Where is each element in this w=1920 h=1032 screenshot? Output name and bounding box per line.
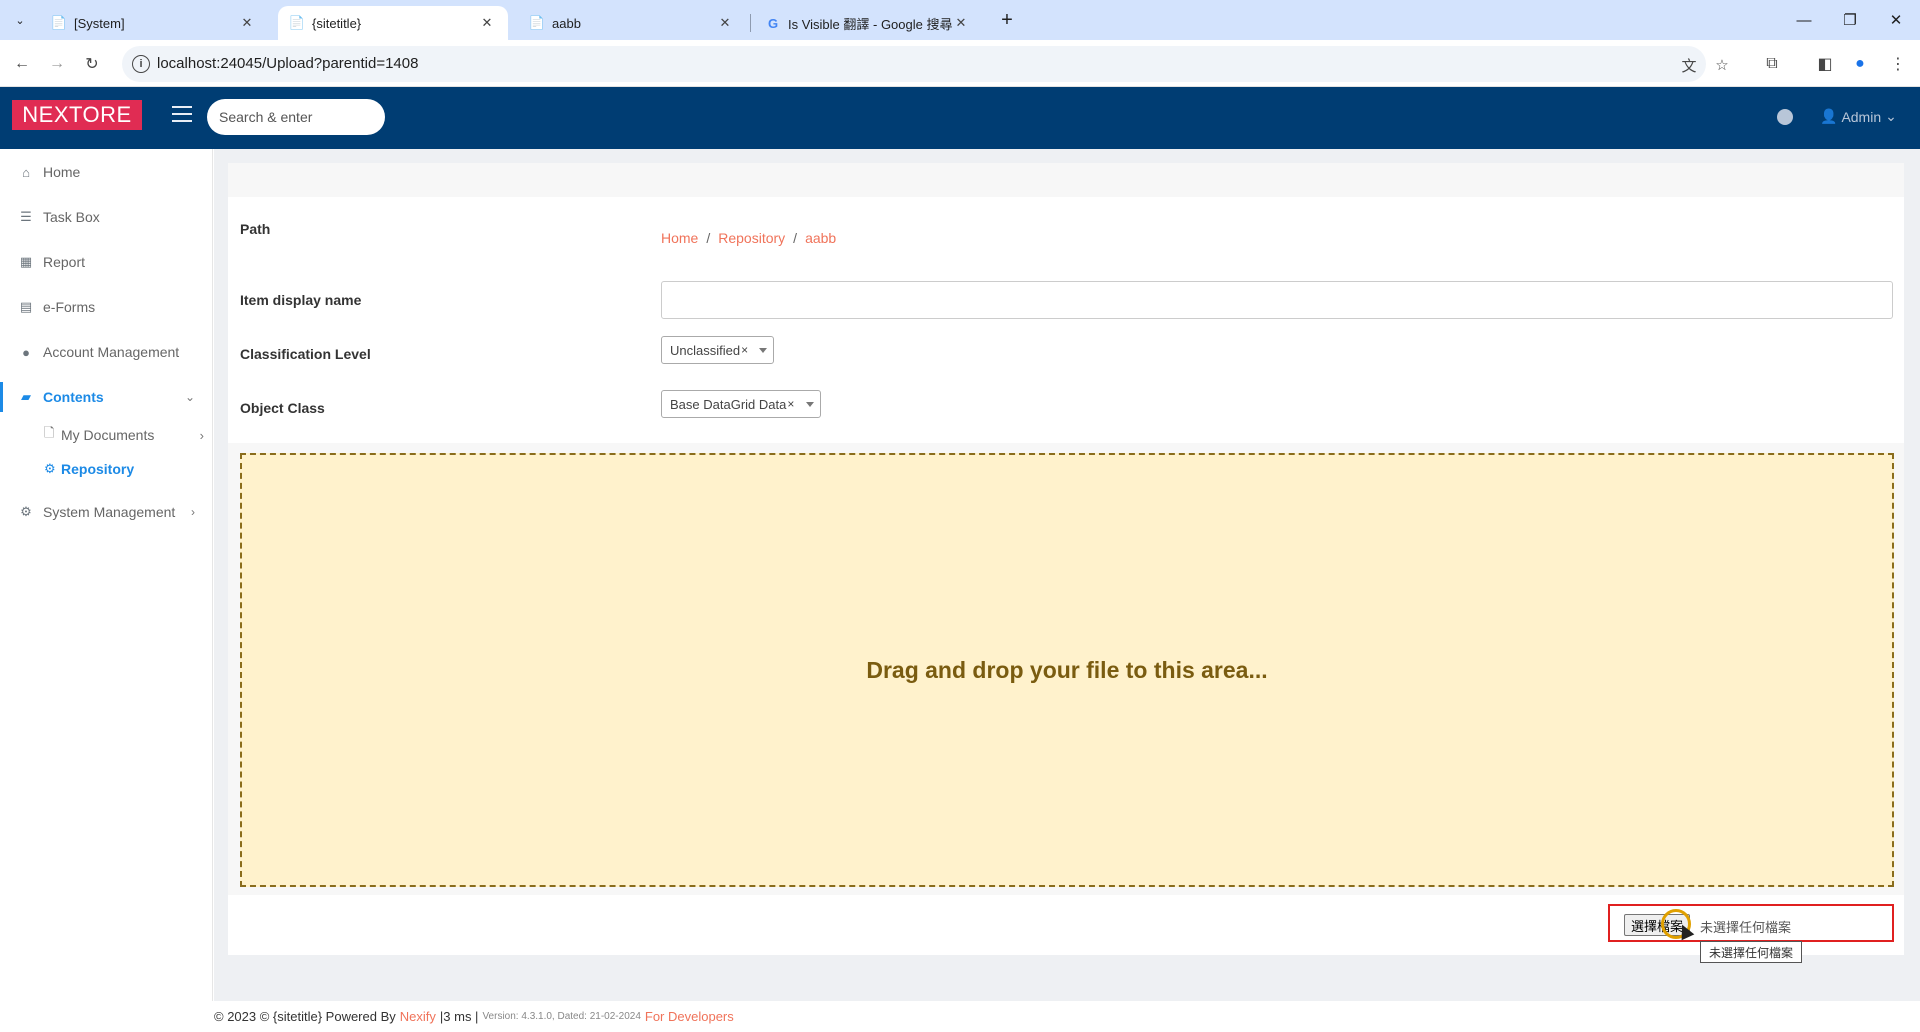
sidebar-item-contents[interactable]: ▰ Contents ⌄ xyxy=(0,382,213,412)
file-dropzone[interactable]: Drag and drop your file to this area... xyxy=(240,453,1894,887)
cogs-icon: ⚙ xyxy=(20,504,32,519)
for-developers-link[interactable]: For Developers xyxy=(645,1009,734,1024)
item-display-name-label: Item display name xyxy=(240,292,362,308)
breadcrumb-repository-link[interactable]: Repository xyxy=(718,230,785,246)
footer-timing: |3 ms | xyxy=(439,1009,479,1024)
classification-level-select[interactable]: Unclassified × xyxy=(661,336,774,364)
object-class-select[interactable]: Base DataGrid Data × xyxy=(661,390,821,418)
footer: © 2023 © {sitetitle} Powered By Nexify |… xyxy=(214,1001,1920,1032)
folder-icon: ▰ xyxy=(21,389,31,404)
home-icon: ⌂ xyxy=(22,164,30,180)
chevron-down-icon: ⌄ xyxy=(1885,108,1897,124)
chevron-right-icon: › xyxy=(199,427,204,443)
browser-tab-google[interactable]: G Is Visible 翻譯 - Google 搜尋 ✕ xyxy=(754,6,982,40)
hamburger-menu-icon[interactable] xyxy=(172,106,192,124)
new-tab-icon[interactable]: + xyxy=(995,8,1019,32)
chevron-down-icon: ⌄ xyxy=(184,390,195,404)
file-icon: 🗋 xyxy=(44,425,55,440)
item-display-name-input[interactable] xyxy=(661,281,1893,319)
sidebar-item-e-forms[interactable]: ▤ e-Forms xyxy=(0,292,213,322)
minimize-icon[interactable]: — xyxy=(1781,0,1827,40)
table-icon: ▦ xyxy=(19,254,33,269)
reload-icon[interactable]: ↻ xyxy=(78,50,106,78)
user-name: Admin xyxy=(1841,108,1882,125)
footer-brand-link[interactable]: Nexify xyxy=(400,1009,436,1024)
site-info-icon[interactable]: i xyxy=(132,55,150,73)
path-label: Path xyxy=(240,221,271,237)
close-tab-icon[interactable]: ✕ xyxy=(238,15,256,31)
breadcrumb-home-link[interactable]: Home xyxy=(661,230,698,246)
browser-tab-sitetitle[interactable]: 📄 {sitetitle} ✕ xyxy=(278,6,508,40)
browser-tab-system[interactable]: 📄 [System] ✕ xyxy=(40,6,268,40)
forward-icon[interactable]: → xyxy=(43,50,71,78)
translate-icon[interactable]: ⽂ xyxy=(1678,54,1700,76)
sidebar-item-my-documents[interactable]: 🗋 My Documents › xyxy=(44,423,204,447)
file-input-highlight: 選擇檔案 未選擇任何檔案 xyxy=(1608,904,1894,942)
sidebar: ⌂ Home ☰ Task Box ▦ Report ▤ e-Forms ● A… xyxy=(0,149,213,1001)
clear-selection-icon[interactable]: × xyxy=(787,397,794,411)
file-input-tooltip: 未選擇任何檔案 xyxy=(1700,941,1803,963)
globe-icon[interactable] xyxy=(1777,109,1793,125)
sidebar-item-system-management[interactable]: ⚙ System Management › xyxy=(0,497,213,527)
close-window-icon[interactable]: ✕ xyxy=(1873,0,1919,40)
breadcrumb-aabb-link[interactable]: aabb xyxy=(805,230,836,246)
restore-icon[interactable]: ❐ xyxy=(1827,0,1873,40)
extensions-icon[interactable]: ⧉ xyxy=(1760,52,1784,76)
dropdown-arrow-icon xyxy=(759,348,767,353)
page-icon: 📄 xyxy=(528,15,546,30)
page-icon: 📄 xyxy=(50,15,68,30)
page-icon: 📄 xyxy=(288,15,306,30)
user-icon: 👤 xyxy=(1820,108,1838,124)
tasks-icon: ☰ xyxy=(20,209,32,224)
object-class-label: Object Class xyxy=(240,400,325,416)
file-status-text: 未選擇任何檔案 xyxy=(1700,920,1792,935)
url-text[interactable]: localhost:24045/Upload?parentid=1408 xyxy=(157,55,418,72)
sidebar-item-account-management[interactable]: ● Account Management xyxy=(0,337,213,367)
close-tab-icon[interactable]: ✕ xyxy=(716,15,734,31)
browser-toolbar: ← → ↻ i localhost:24045/Upload?parentid=… xyxy=(0,40,1920,87)
dropzone-message: Drag and drop your file to this area... xyxy=(866,656,1268,683)
sidebar-item-home[interactable]: ⌂ Home xyxy=(0,157,213,187)
card-header xyxy=(228,163,1904,197)
header-search-input[interactable] xyxy=(207,99,385,135)
gear-icon: ⚙ xyxy=(44,461,56,476)
dropdown-arrow-icon xyxy=(806,402,814,407)
user-icon: ● xyxy=(22,344,30,360)
profile-icon[interactable]: ● xyxy=(1848,52,1872,76)
google-icon: G xyxy=(767,15,779,31)
footer-copyright: © 2023 © {sitetitle} Powered By xyxy=(214,1009,396,1024)
breadcrumb: Home / Repository / aabb xyxy=(661,230,837,246)
sidebar-item-task-box[interactable]: ☰ Task Box xyxy=(0,202,213,232)
sidebar-item-report[interactable]: ▦ Report xyxy=(0,247,213,277)
browser-tab-aabb[interactable]: 📄 aabb ✕ xyxy=(518,6,746,40)
classification-level-label: Classification Level xyxy=(240,346,371,362)
footer-version: Version: 4.3.1.0, Dated: 21-02-2024 xyxy=(482,1011,641,1022)
close-tab-icon[interactable]: ✕ xyxy=(952,15,970,31)
browser-tab-bar: ⌄ 📄 [System] ✕ 📄 {sitetitle} ✕ 📄 aabb ✕ … xyxy=(0,0,1920,40)
nextore-logo[interactable]: NEXTORE xyxy=(12,100,142,130)
side-panel-icon[interactable]: ◧ xyxy=(1813,52,1837,76)
form-icon: ▤ xyxy=(19,299,33,314)
object-class-value: Base DataGrid Data xyxy=(670,396,787,412)
address-bar[interactable]: i localhost:24045/Upload?parentid=1408 ⽂ xyxy=(122,46,1706,82)
more-menu-icon[interactable]: ⋮ xyxy=(1886,52,1910,76)
user-menu[interactable]: 👤 Admin ⌄ xyxy=(1820,108,1897,125)
back-icon[interactable]: ← xyxy=(8,50,36,78)
clear-selection-icon[interactable]: × xyxy=(741,343,748,357)
close-tab-icon[interactable]: ✕ xyxy=(478,15,496,31)
classification-value: Unclassified xyxy=(670,342,741,358)
tab-divider xyxy=(750,14,751,32)
tab-search-chevron-icon[interactable]: ⌄ xyxy=(8,8,32,32)
app-header: NEXTORE 👤 Admin ⌄ xyxy=(0,87,1920,149)
bookmark-star-icon[interactable]: ☆ xyxy=(1711,54,1733,76)
chevron-right-icon: › xyxy=(191,505,195,519)
sidebar-item-repository[interactable]: ⚙ Repository xyxy=(44,457,174,481)
